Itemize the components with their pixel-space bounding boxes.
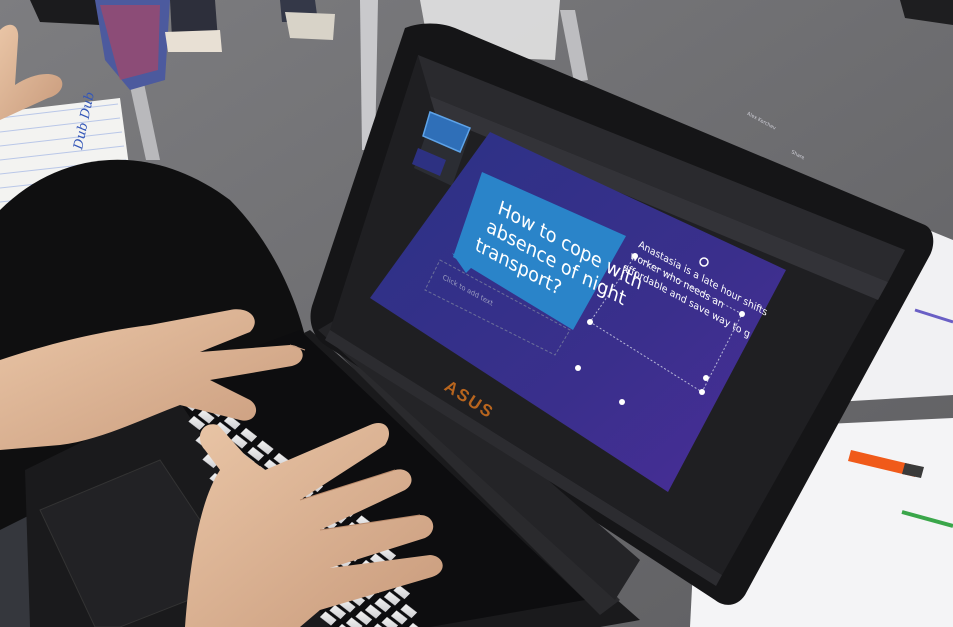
resize-handle[interactable] bbox=[575, 365, 581, 371]
photo-scene: Dub Dub How to cope with absence of nigh… bbox=[0, 0, 953, 627]
resize-handle[interactable] bbox=[699, 389, 705, 395]
resize-handle[interactable] bbox=[739, 311, 745, 317]
resize-handle[interactable] bbox=[619, 399, 625, 405]
resize-handle[interactable] bbox=[703, 375, 709, 381]
resize-handle[interactable] bbox=[587, 319, 593, 325]
